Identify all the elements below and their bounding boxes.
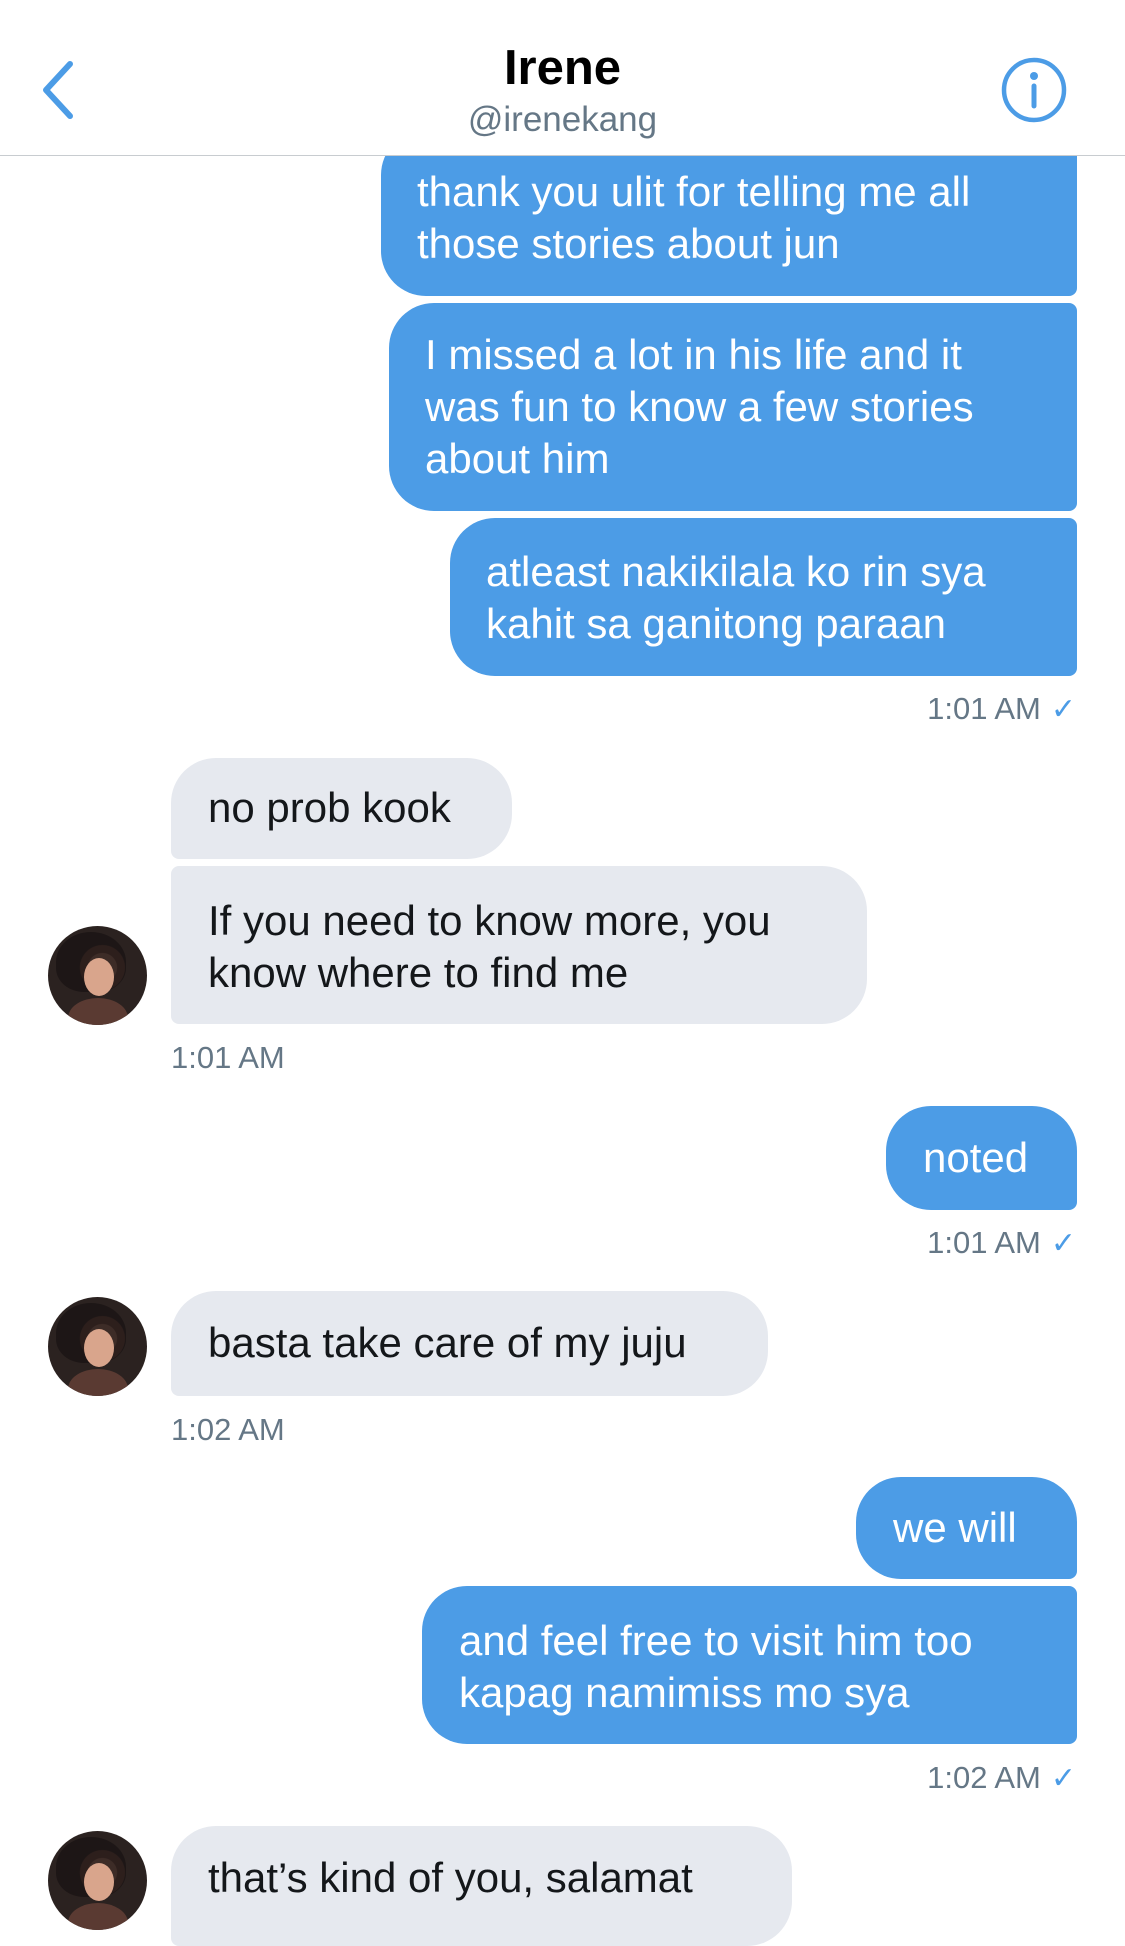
read-check-icon: ✓ xyxy=(1050,1227,1076,1260)
avatar-shoulder xyxy=(68,1369,128,1396)
message-bubble-outgoing[interactable]: atleast nakikilala ko rin sya kahit sa g… xyxy=(450,518,1077,676)
message-bubble-incoming[interactable]: basta take care of my juju xyxy=(171,1291,768,1396)
contact-avatar[interactable] xyxy=(48,1831,147,1930)
message-bubble-incoming[interactable]: no prob kook xyxy=(171,758,512,859)
message-timestamp: 1:01 AM ✓ xyxy=(927,691,1076,727)
avatar-shoulder xyxy=(68,1903,128,1930)
conversation-handle: @irenekang xyxy=(467,100,658,139)
contact-avatar[interactable] xyxy=(48,1297,147,1396)
timestamp-text: 1:02 AM xyxy=(927,1760,1041,1795)
avatar-face xyxy=(84,1863,114,1901)
message-timestamp: 1:01 AM xyxy=(171,1040,285,1075)
message-bubble-outgoing[interactable]: we will xyxy=(856,1477,1077,1579)
avatar-shoulder xyxy=(68,998,128,1025)
contact-avatar[interactable] xyxy=(48,926,147,1025)
conversation-title: Irene xyxy=(503,41,622,95)
message-bubble-outgoing[interactable]: and feel free to visit him too kapag nam… xyxy=(422,1586,1077,1744)
avatar-face xyxy=(84,1329,114,1367)
message-bubble-incoming[interactable]: that’s kind of you, salamat xyxy=(171,1826,792,1946)
read-check-icon: ✓ xyxy=(1050,693,1076,726)
conversation-header: Irene @irenekang xyxy=(0,0,1125,156)
message-timestamp: 1:01 AM ✓ xyxy=(927,1225,1076,1261)
info-icon xyxy=(1001,57,1067,123)
message-timestamp: 1:02 AM xyxy=(171,1412,285,1447)
timestamp-text: 1:01 AM xyxy=(927,1225,1041,1260)
timestamp-text: 1:01 AM xyxy=(927,691,1041,726)
info-button[interactable] xyxy=(1000,56,1068,124)
message-bubble-outgoing[interactable]: noted xyxy=(886,1106,1077,1210)
read-check-icon: ✓ xyxy=(1050,1762,1076,1795)
message-bubble-outgoing[interactable]: I missed a lot in his life and it was fu… xyxy=(389,303,1077,511)
avatar-face xyxy=(84,958,114,996)
message-timestamp: 1:02 AM ✓ xyxy=(927,1760,1076,1796)
message-bubble-incoming[interactable]: If you need to know more, you know where… xyxy=(171,866,867,1024)
